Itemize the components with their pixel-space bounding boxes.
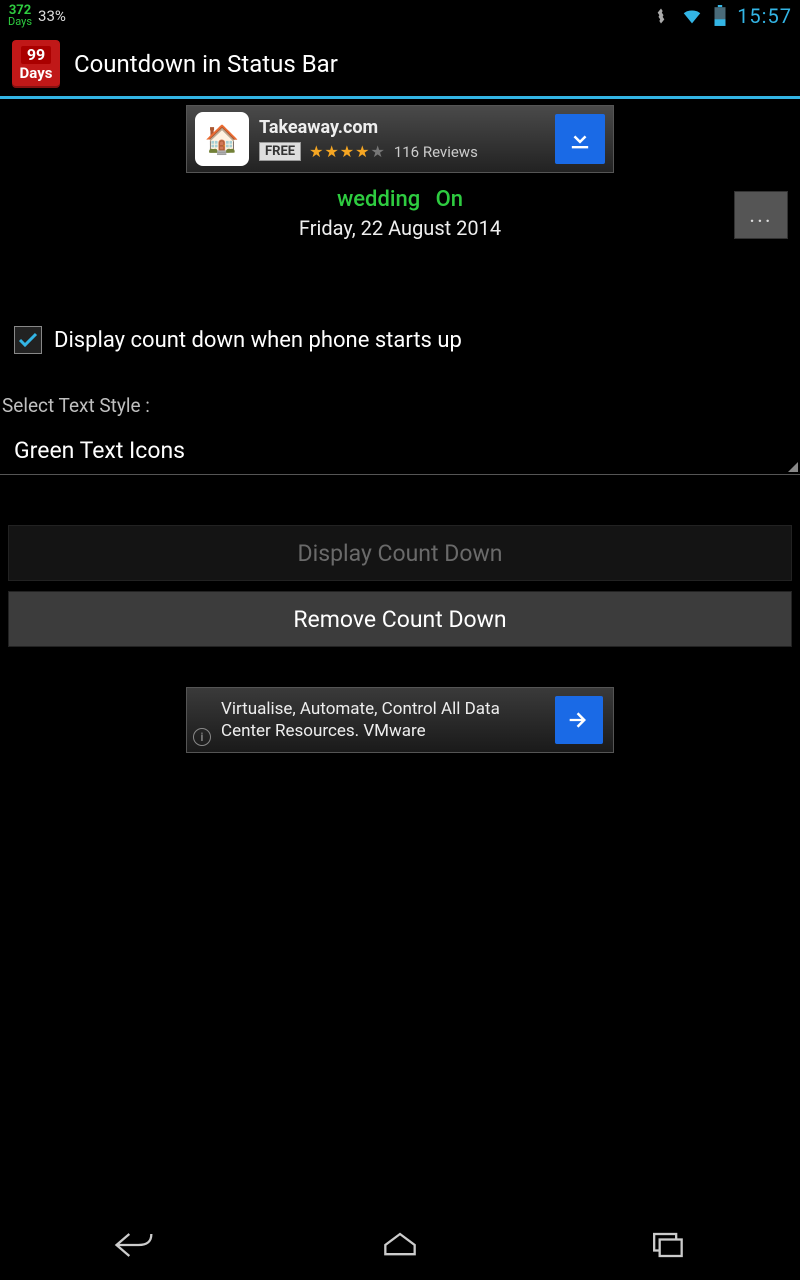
event-name: wedding: [337, 187, 420, 212]
startup-checkbox-row[interactable]: Display count down when phone starts up: [0, 326, 800, 354]
app-icon: 99 Days: [12, 40, 60, 88]
statusbar-clock: 15:57: [737, 4, 792, 28]
statusbar-battery-percent: 33%: [38, 7, 66, 25]
text-style-label: Select Text Style :: [0, 394, 800, 417]
ad-reviews: 116 Reviews: [394, 143, 478, 161]
ad-title: Takeaway.com: [259, 117, 545, 138]
navigation-bar: [0, 1208, 800, 1280]
vibrate-icon: [651, 6, 671, 26]
ad-info-icon[interactable]: i: [193, 728, 211, 746]
event-date: Friday, 22 August 2014: [0, 216, 800, 240]
statusbar-countdown-icon: 372 Days: [8, 5, 32, 27]
wifi-icon: [681, 5, 703, 27]
remove-countdown-button[interactable]: Remove Count Down: [8, 591, 792, 647]
more-button[interactable]: ...: [734, 191, 788, 239]
nav-home-button[interactable]: [267, 1209, 534, 1280]
ad-free-badge: FREE: [259, 142, 301, 161]
ad-banner-top[interactable]: 🏠 Takeaway.com FREE ★★★★★ 116 Reviews: [186, 105, 614, 173]
battery-icon: [713, 5, 727, 27]
event-header: wedding On Friday, 22 August 2014 ...: [0, 187, 800, 240]
actionbar-divider: [0, 96, 800, 99]
event-on-label: On: [436, 187, 463, 212]
startup-checkbox-label: Display count down when phone starts up: [54, 328, 462, 353]
display-countdown-button[interactable]: Display Count Down: [8, 525, 792, 581]
status-bar: 372 Days 33% 15:57: [0, 0, 800, 32]
nav-recent-button[interactable]: [533, 1209, 800, 1280]
ad-download-button[interactable]: [555, 114, 605, 164]
ad-banner-bottom[interactable]: i Virtualise, Automate, Control All Data…: [186, 687, 614, 753]
text-style-spinner[interactable]: Green Text Icons: [0, 431, 800, 475]
ad-go-button[interactable]: [555, 696, 603, 744]
ad-bottom-text: Virtualise, Automate, Control All Data C…: [221, 698, 541, 742]
nav-back-button[interactable]: [0, 1209, 267, 1280]
startup-checkbox[interactable]: [14, 326, 42, 354]
ad-thumbnail: 🏠: [195, 112, 249, 166]
ad-stars-icon: ★★★★★: [309, 142, 386, 161]
app-title: Countdown in Status Bar: [74, 50, 338, 78]
action-bar: 99 Days Countdown in Status Bar: [0, 32, 800, 96]
